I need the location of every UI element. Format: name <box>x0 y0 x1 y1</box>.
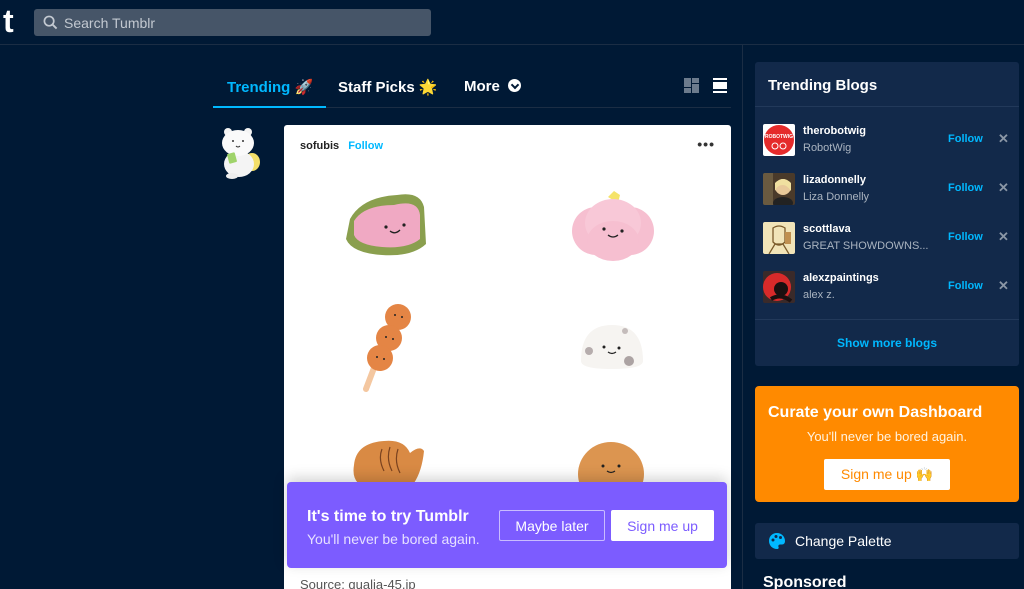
feed-tabs: Trending 🚀 Staff Picks 🌟 More <box>213 66 731 108</box>
divider <box>755 106 1019 107</box>
follow-button[interactable]: Follow <box>948 182 983 194</box>
trending-blog-item[interactable]: ROBOTWIG therobotwig RobotWig Follow ✕ <box>755 124 1019 172</box>
tab-label: Staff Picks <box>338 79 415 96</box>
banner-title: It's time to try Tumblr <box>307 508 469 525</box>
blog-title: GREAT SHOWDOWNS... <box>803 240 929 252</box>
post-author-avatar[interactable] <box>218 126 262 180</box>
sakura-mochi-image <box>346 194 426 256</box>
star-icon: 🌟 <box>418 79 438 96</box>
trending-blog-item[interactable]: lizadonnelly Liza Donnelly Follow ✕ <box>755 173 1019 221</box>
svg-text:ROBOTWIG: ROBOTWIG <box>765 134 793 140</box>
show-more-blogs-link[interactable]: Show more blogs <box>755 336 1019 350</box>
taiyaki-image <box>353 440 424 483</box>
curate-sign-up-button[interactable]: Sign me up 🙌 <box>824 459 950 490</box>
tab-trending[interactable]: Trending 🚀 <box>227 78 313 96</box>
search-icon <box>43 15 58 30</box>
daifuku-image <box>581 325 643 369</box>
trending-blog-item[interactable]: scottlava GREAT SHOWDOWNS... Follow ✕ <box>755 222 1019 270</box>
blog-name[interactable]: alexzpaintings <box>803 272 879 284</box>
sign-me-up-button[interactable]: Sign me up <box>611 510 714 541</box>
search-input[interactable] <box>64 14 394 31</box>
post-header: sofubis Follow <box>300 140 383 152</box>
tumblr-logo[interactable]: t <box>3 5 21 37</box>
change-palette-label: Change Palette <box>795 533 892 549</box>
chevron-down-icon <box>508 79 522 92</box>
blog-title: Liza Donnelly <box>803 191 870 203</box>
follow-button[interactable]: Follow <box>948 280 983 292</box>
blog-name[interactable]: therobotwig <box>803 125 866 137</box>
tab-more[interactable]: More <box>464 78 522 95</box>
dorayaki-image <box>578 442 644 485</box>
post-source[interactable]: Source: qualia-45.jp <box>300 577 416 589</box>
trending-blogs-panel: Trending Blogs ROBOTWIG therobotwig Robo… <box>755 62 1019 366</box>
more-options-icon[interactable]: ••• <box>697 136 715 152</box>
blog-name[interactable]: lizadonnelly <box>803 174 866 186</box>
close-icon[interactable]: ✕ <box>998 229 1009 245</box>
sponsored-heading: Sponsored <box>763 574 847 589</box>
close-icon[interactable]: ✕ <box>998 278 1009 294</box>
post-follow-button[interactable]: Follow <box>348 140 383 152</box>
maybe-later-button[interactable]: Maybe later <box>499 510 605 541</box>
search-bar[interactable] <box>34 9 431 36</box>
blog-avatar[interactable] <box>763 173 795 205</box>
close-icon[interactable]: ✕ <box>998 180 1009 196</box>
trending-blog-item[interactable]: alexzpaintings alex z. Follow ✕ <box>755 271 1019 319</box>
follow-button[interactable]: Follow <box>948 133 983 145</box>
close-icon[interactable]: ✕ <box>998 131 1009 147</box>
blog-avatar[interactable] <box>763 222 795 254</box>
tab-staff-picks[interactable]: Staff Picks 🌟 <box>338 78 438 96</box>
divider <box>755 319 1019 320</box>
curate-dashboard-card: Curate your own Dashboard You'll never b… <box>755 386 1019 502</box>
blog-avatar[interactable]: ROBOTWIG <box>763 124 795 156</box>
active-tab-indicator <box>213 106 326 108</box>
tab-label: More <box>464 78 500 95</box>
list-view-icon[interactable] <box>713 78 727 94</box>
blog-name[interactable]: scottlava <box>803 223 851 235</box>
curate-subtitle: You'll never be bored again. <box>806 429 968 444</box>
post-username[interactable]: sofubis <box>300 140 339 152</box>
blog-avatar[interactable] <box>763 271 795 303</box>
follow-button[interactable]: Follow <box>948 231 983 243</box>
curate-title: Curate your own Dashboard <box>768 404 983 421</box>
column-divider <box>742 45 743 589</box>
signup-banner: It's time to try Tumblr You'll never be … <box>287 482 727 568</box>
trending-blogs-title: Trending Blogs <box>768 77 878 94</box>
dango-image <box>363 304 411 392</box>
tab-label: Trending <box>227 79 291 96</box>
grid-view-icon[interactable] <box>684 78 699 93</box>
banner-subtitle: You'll never be bored again. <box>307 531 480 547</box>
blog-title: RobotWig <box>803 142 852 154</box>
top-bar: t <box>0 0 1024 45</box>
pink-flower-sweet-image <box>572 191 654 261</box>
rocket-icon: 🚀 <box>294 79 314 96</box>
palette-icon <box>769 533 785 549</box>
blog-title: alex z. <box>803 289 835 301</box>
change-palette-button[interactable]: Change Palette <box>755 523 1019 559</box>
